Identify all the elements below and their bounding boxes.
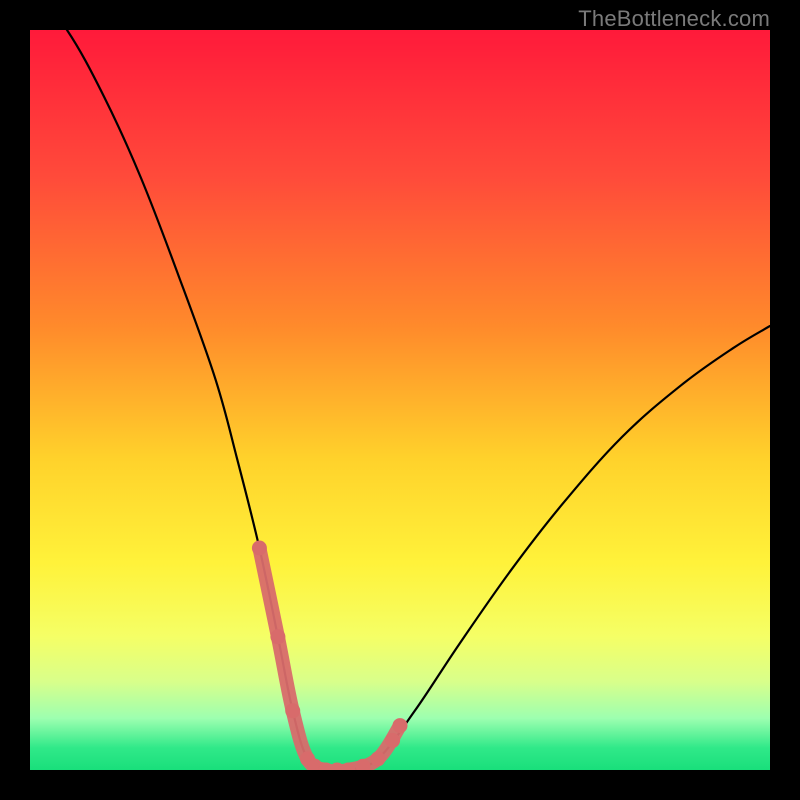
highlight-dot <box>270 629 285 644</box>
bottleneck-curve <box>30 30 770 770</box>
chart-frame: TheBottleneck.com <box>0 0 800 800</box>
highlight-dot <box>252 541 267 556</box>
highlight-dot <box>385 733 400 748</box>
highlight-dot <box>393 718 408 733</box>
highlight-segment <box>259 548 400 770</box>
highlight-dot <box>370 751 385 766</box>
curve-layer <box>30 30 770 770</box>
watermark-text: TheBottleneck.com <box>578 6 770 32</box>
plot-area <box>30 30 770 770</box>
highlight-dot <box>285 703 300 718</box>
